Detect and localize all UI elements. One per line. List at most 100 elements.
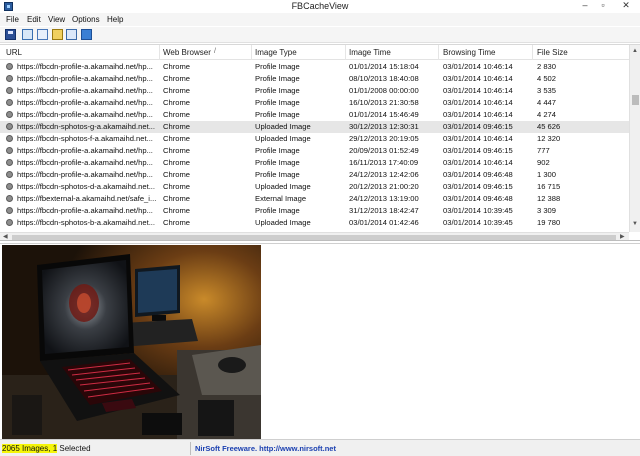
table-row[interactable]: https://fbcdn-sphotos-f-a.akamaihd.net..… (0, 133, 629, 145)
column-divider[interactable] (532, 45, 533, 60)
minimize-button[interactable]: – (576, 0, 594, 12)
sort-indicator: / (214, 48, 216, 55)
cell-file-size: 3 309 (537, 206, 557, 215)
menu-bar: File Edit View Options Help (0, 13, 640, 26)
menu-edit[interactable]: Edit (27, 15, 41, 24)
table-row[interactable]: https://fbcdn-profile-a.akamaihd.net/hp.… (0, 145, 629, 157)
cell-image-type: Profile Image (255, 158, 300, 167)
cell-web-browser: Chrome (163, 194, 191, 203)
copy-icon[interactable] (22, 29, 33, 40)
cell-file-size: 2 830 (537, 62, 557, 71)
cell-image-time: 01/01/2008 00:00:00 (349, 86, 419, 95)
table-row[interactable]: https://fbcdn-profile-a.akamaihd.net/hp.… (0, 157, 629, 169)
cell-web-browser: Chrome (163, 146, 191, 155)
cell-browsing-time: 03/01/2014 10:46:14 (443, 110, 513, 119)
cell-web-browser: Chrome (163, 218, 191, 227)
horizontal-scrollbar[interactable]: ◀ ▶ (0, 232, 629, 240)
column-browsing-time[interactable]: Browsing Time (443, 48, 495, 57)
column-file-size[interactable]: File Size (537, 48, 568, 57)
column-divider[interactable] (159, 45, 160, 60)
table-row[interactable]: https://fbcdn-profile-a.akamaihd.net/hp.… (0, 61, 629, 73)
cell-image-time: 31/12/2013 18:42:47 (349, 206, 419, 215)
cache-entry-icon (6, 87, 13, 94)
vertical-scrollbar[interactable]: ▲ ▼ (629, 45, 640, 232)
cell-image-time: 20/12/2013 21:00:20 (349, 182, 419, 191)
cell-image-time: 24/12/2013 12:42:06 (349, 170, 419, 179)
column-divider[interactable] (345, 45, 346, 60)
cell-url: https://fbcdn-profile-a.akamaihd.net/hp.… (17, 74, 153, 83)
cell-url: https://fbcdn-profile-a.akamaihd.net/hp.… (17, 206, 153, 215)
cell-image-type: Profile Image (255, 146, 300, 155)
column-divider[interactable] (251, 45, 252, 60)
list-header: URL Web Browser / Image Type Image Time … (0, 45, 629, 60)
table-row[interactable]: https://fbcdn-profile-a.akamaihd.net/hp.… (0, 85, 629, 97)
scroll-right-icon[interactable]: ▶ (620, 233, 625, 240)
table-row[interactable]: https://fbcdn-profile-a.akamaihd.net/hp.… (0, 97, 629, 109)
status-count-rest: Selected (57, 444, 91, 453)
cell-web-browser: Chrome (163, 158, 191, 167)
cell-url: https://fbcdn-sphotos-f-a.akamaihd.net..… (17, 134, 153, 143)
cell-web-browser: Chrome (163, 122, 191, 131)
scroll-thumb[interactable] (12, 235, 616, 240)
exit-icon[interactable] (81, 29, 92, 40)
table-row[interactable]: https://fbcdn-profile-a.akamaihd.net/hp.… (0, 205, 629, 217)
save-icon[interactable] (5, 29, 16, 40)
column-divider[interactable] (438, 45, 439, 60)
cell-url: https://fbcdn-profile-a.akamaihd.net/hp.… (17, 158, 153, 167)
status-bar: 2065 Images, 1 Selected NirSoft Freeware… (0, 439, 640, 456)
cell-image-type: External Image (255, 194, 307, 203)
column-image-type[interactable]: Image Type (255, 48, 297, 57)
cell-file-size: 4 447 (537, 98, 557, 107)
scroll-thumb[interactable] (632, 95, 639, 105)
table-row[interactable]: https://fbexternal-a.akamaihd.net/safe_i… (0, 193, 629, 205)
cell-url: https://fbcdn-profile-a.akamaihd.net/hp.… (17, 170, 153, 179)
cell-file-size: 16 715 (537, 182, 561, 191)
cell-browsing-time: 03/01/2014 09:46:15 (443, 182, 513, 191)
rows-container: https://fbcdn-profile-a.akamaihd.net/hp.… (0, 61, 629, 233)
cell-image-type: Profile Image (255, 170, 300, 179)
table-row[interactable]: https://fbcdn-sphotos-d-a.akamaihd.net..… (0, 181, 629, 193)
cell-url: https://fbexternal-a.akamaihd.net/safe_i… (17, 194, 157, 203)
cell-web-browser: Chrome (163, 170, 191, 179)
cell-url: https://fbcdn-profile-a.akamaihd.net/hp.… (17, 86, 153, 95)
cell-url: https://fbcdn-sphotos-g-a.akamaihd.net..… (17, 122, 156, 131)
status-divider (190, 442, 191, 455)
table-row[interactable]: https://fbcdn-sphotos-b-a.akamaihd.net..… (0, 217, 629, 229)
cell-file-size: 12 388 (537, 194, 561, 203)
cell-url: https://fbcdn-profile-a.akamaihd.net/hp.… (17, 98, 153, 107)
table-row[interactable]: https://fbcdn-profile-a.akamaihd.net/hp.… (0, 109, 629, 121)
cell-web-browser: Chrome (163, 98, 191, 107)
column-image-time[interactable]: Image Time (349, 48, 391, 57)
menu-options[interactable]: Options (72, 15, 100, 24)
cell-image-time: 08/10/2013 18:40:08 (349, 74, 419, 83)
menu-help[interactable]: Help (107, 15, 123, 24)
cache-entry-icon (6, 99, 13, 106)
cell-file-size: 1 300 (537, 170, 557, 179)
cell-image-type: Profile Image (255, 110, 300, 119)
cell-image-time: 20/09/2013 01:52:49 (349, 146, 419, 155)
cell-file-size: 3 535 (537, 86, 557, 95)
nirsoft-link[interactable]: NirSoft Freeware. http://www.nirsoft.net (195, 444, 336, 453)
maximize-button[interactable]: ▫ (594, 0, 612, 12)
cache-entry-icon (6, 219, 13, 226)
scroll-down-icon[interactable]: ▼ (632, 221, 638, 227)
close-button[interactable]: ✕ (612, 0, 640, 12)
cache-entry-icon (6, 135, 13, 142)
cell-file-size: 12 320 (537, 134, 561, 143)
table-row[interactable]: https://fbcdn-profile-a.akamaihd.net/hp.… (0, 169, 629, 181)
column-web-browser[interactable]: Web Browser (163, 48, 211, 57)
menu-view[interactable]: View (48, 15, 65, 24)
menu-file[interactable]: File (6, 15, 19, 24)
properties-icon[interactable] (37, 29, 48, 40)
column-url[interactable]: URL (6, 48, 22, 57)
cache-entry-icon (6, 147, 13, 154)
cell-image-type: Profile Image (255, 62, 300, 71)
scroll-up-icon[interactable]: ▲ (632, 48, 638, 54)
open-folder-icon[interactable] (52, 29, 63, 40)
cell-web-browser: Chrome (163, 62, 191, 71)
table-row[interactable]: https://fbcdn-profile-a.akamaihd.net/hp.… (0, 73, 629, 85)
table-row[interactable]: https://fbcdn-sphotos-g-a.akamaihd.net..… (0, 121, 629, 133)
cache-entry-icon (6, 183, 13, 190)
scroll-left-icon[interactable]: ◀ (3, 233, 8, 240)
html-report-icon[interactable] (66, 29, 77, 40)
